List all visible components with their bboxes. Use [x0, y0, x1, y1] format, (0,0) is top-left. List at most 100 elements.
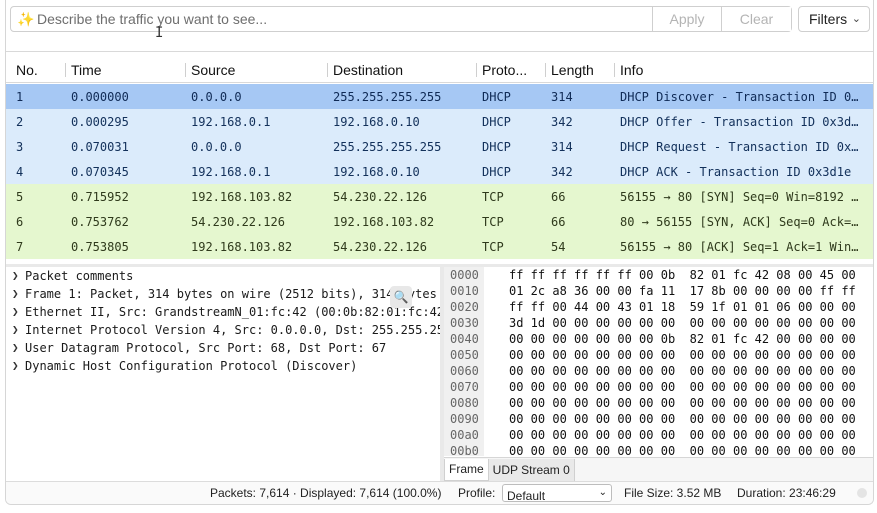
cell-length: 54	[551, 240, 566, 254]
cell-info: DHCP ACK - Transaction ID 0x3d1e	[620, 165, 852, 179]
profile-select[interactable]: Default ⌄	[502, 484, 612, 503]
cell-length: 66	[551, 190, 566, 204]
column-separator[interactable]	[476, 63, 477, 77]
column-header-label: Source	[191, 62, 236, 78]
byte-offset: 0000	[450, 268, 479, 282]
display-filter-toolbar: ✨ Apply Clear Filters ⌄ I	[6, 0, 873, 52]
cell-time: 0.070031	[71, 140, 129, 154]
apply-filter-button[interactable]: Apply	[652, 7, 721, 31]
column-separator[interactable]	[327, 63, 328, 77]
cell-no: 3	[16, 140, 24, 154]
byte-offset: 00b0	[450, 444, 479, 456]
profile-label: Profile:	[458, 486, 496, 500]
column-header-destination[interactable]: Destination	[327, 60, 404, 80]
chevron-right-icon[interactable]: ❯	[12, 323, 19, 336]
column-header-label: Info	[620, 62, 644, 78]
byte-offset: 0050	[450, 348, 479, 362]
hex-bytes-row[interactable]: 3d 1d 00 00 00 00 00 00 00 00 00 00 00 0…	[509, 316, 856, 330]
cell-info: 56155 → 80 [SYN] Seq=0 Win=8192 …	[620, 190, 859, 204]
hex-bytes-row[interactable]: 00 00 00 00 00 00 00 00 00 00 00 00 00 0…	[509, 412, 856, 426]
column-header-time[interactable]: Time	[65, 60, 102, 80]
column-header-info[interactable]: Info	[614, 60, 644, 80]
hex-bytes-row[interactable]: 00 00 00 00 00 00 00 00 00 00 00 00 00 0…	[509, 396, 856, 410]
column-header-label: Length	[551, 62, 594, 78]
filters-dropdown-button[interactable]: Filters ⌄	[798, 6, 870, 32]
cell-info: 56155 → 80 [ACK] Seq=1 Ack=1 Win…	[620, 240, 859, 254]
cell-time: 0.000000	[71, 90, 129, 104]
packet-row[interactable]: 6 0.753762 54.230.22.126 192.168.103.82 …	[6, 209, 873, 234]
cell-source: 192.168.0.1	[191, 165, 271, 179]
tab-frame[interactable]: Frame	[444, 458, 489, 481]
packet-row[interactable]: 3 0.070031 0.0.0.0 255.255.255.255 DHCP …	[6, 134, 873, 159]
column-separator[interactable]	[614, 63, 615, 77]
cell-time: 0.715952	[71, 190, 129, 204]
tab-udp-stream-0[interactable]: UDP Stream 0	[488, 458, 575, 481]
hex-bytes-row[interactable]: 00 00 00 00 00 00 00 00 00 00 00 00 00 0…	[509, 364, 856, 378]
packet-count-status: Packets: 7,614 · Displayed: 7,614 (100.0…	[210, 486, 442, 500]
column-header-label: No.	[16, 62, 38, 78]
hex-bytes-row[interactable]: 00 00 00 00 00 00 00 00 00 00 00 00 00 0…	[509, 428, 856, 442]
cell-protocol: DHCP	[482, 115, 511, 129]
duration-status: Duration: 23:46:29	[737, 486, 836, 500]
column-header-length[interactable]: Length	[545, 60, 594, 80]
column-separator[interactable]	[185, 63, 186, 77]
cell-destination: 192.168.0.10	[333, 165, 420, 179]
tree-item-label: Internet Protocol Version 4, Src: 0.0.0.…	[25, 323, 440, 337]
cell-source: 192.168.103.82	[191, 190, 293, 204]
hex-bytes-row[interactable]: 00 00 00 00 00 00 00 00 00 00 00 00 00 0…	[509, 348, 856, 362]
packet-details-tree: ❯ Packet comments ❯ Frame 1: Packet, 314…	[6, 267, 440, 481]
cell-time: 0.070345	[71, 165, 129, 179]
packet-row[interactable]: 5 0.715952 192.168.103.82 54.230.22.126 …	[6, 184, 873, 209]
cell-protocol: DHCP	[482, 90, 511, 104]
cell-destination: 192.168.0.10	[333, 115, 420, 129]
status-indicator-icon	[857, 488, 867, 498]
column-header-no[interactable]: No.	[16, 60, 38, 80]
packet-list: No. Time Source Destination Proto... Len…	[6, 52, 873, 264]
chevron-right-icon[interactable]: ❯	[12, 305, 19, 318]
cell-protocol: DHCP	[482, 165, 511, 179]
hex-bytes-row[interactable]: ff ff 00 44 00 43 01 18 59 1f 01 01 06 0…	[509, 300, 856, 314]
cell-time: 0.753805	[71, 240, 129, 254]
cell-info: DHCP Discover - Transaction ID 0…	[620, 90, 859, 104]
clear-filter-button[interactable]: Clear	[721, 7, 791, 31]
packet-row[interactable]: 2 0.000295 192.168.0.1 192.168.0.10 DHCP…	[6, 109, 873, 134]
tree-item-label: User Datagram Protocol, Src Port: 68, Ds…	[25, 341, 387, 355]
packet-row[interactable]: 4 0.070345 192.168.0.1 192.168.0.10 DHCP…	[6, 159, 873, 184]
hex-bytes-row[interactable]: 01 2c a8 36 00 00 fa 11 17 8b 00 00 00 0…	[509, 284, 856, 298]
cell-source: 54.230.22.126	[191, 215, 285, 229]
chevron-right-icon[interactable]: ❯	[12, 359, 19, 372]
column-separator[interactable]	[545, 63, 546, 77]
packet-row[interactable]: 7 0.753805 192.168.103.82 54.230.22.126 …	[6, 234, 873, 259]
display-filter-input[interactable]	[37, 9, 647, 29]
column-separator[interactable]	[65, 63, 66, 77]
file-size-status: File Size: 3.52 MB	[624, 486, 722, 500]
tree-item-label: Ethernet II, Src: GrandstreamN_01:fc:42 …	[25, 305, 440, 319]
chevron-right-icon[interactable]: ❯	[12, 341, 19, 354]
cell-length: 342	[551, 115, 573, 129]
chevron-right-icon[interactable]: ❯	[12, 287, 19, 300]
hex-bytes-row[interactable]: 00 00 00 00 00 00 00 0b 82 01 fc 42 00 0…	[509, 332, 856, 346]
column-header-label: Destination	[333, 62, 404, 78]
column-header-source[interactable]: Source	[185, 60, 236, 80]
byte-offset: 0070	[450, 380, 479, 394]
magnifier-icon[interactable]: 🔍	[390, 286, 412, 308]
packet-row[interactable]: 1 0.000000 0.0.0.0 255.255.255.255 DHCP …	[6, 84, 873, 109]
display-filter-box[interactable]: ✨ Apply Clear	[10, 6, 792, 32]
tree-item-label: Dynamic Host Configuration Protocol (Dis…	[25, 359, 358, 373]
cell-protocol: TCP	[482, 240, 504, 254]
byte-offset: 0010	[450, 284, 479, 298]
hex-bytes-row[interactable]: 00 00 00 00 00 00 00 00 00 00 00 00 00 0…	[509, 380, 856, 394]
cell-info: DHCP Request - Transaction ID 0x…	[620, 140, 859, 154]
cell-destination: 255.255.255.255	[333, 140, 442, 154]
tree-item-label: Frame 1: Packet, 314 bytes on wire (2512…	[25, 287, 437, 301]
column-header-protocol[interactable]: Proto...	[476, 60, 527, 80]
packet-list-header: No. Time Source Destination Proto... Len…	[6, 56, 873, 83]
sparkles-icon: ✨	[17, 11, 35, 27]
cell-length: 66	[551, 215, 566, 229]
text-cursor-icon: I	[155, 25, 164, 41]
chevron-right-icon[interactable]: ❯	[12, 269, 19, 282]
hex-bytes-row[interactable]: ff ff ff ff ff ff 00 0b 82 01 fc 42 08 0…	[509, 268, 856, 282]
cell-source: 0.0.0.0	[191, 140, 242, 154]
hex-bytes-row[interactable]: 00 00 00 00 00 00 00 00 00 00 00 00 00 0…	[509, 444, 856, 456]
cell-no: 4	[16, 165, 24, 179]
